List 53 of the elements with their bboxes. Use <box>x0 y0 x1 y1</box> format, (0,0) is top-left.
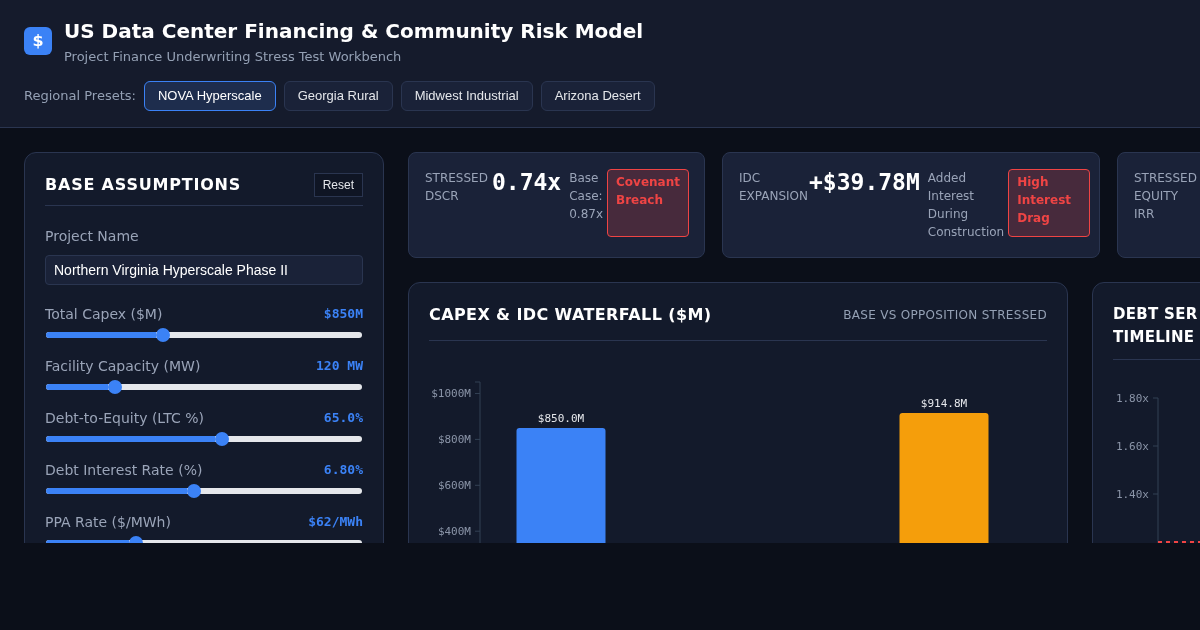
slider-thumb[interactable] <box>187 484 202 498</box>
bar-value-label: $914.8M <box>920 397 968 411</box>
panel-title: BASE ASSUMPTIONS <box>45 174 242 196</box>
slider[interactable] <box>45 432 363 446</box>
axis-tick-label: $1000M <box>431 387 471 401</box>
status-badge: Covenant Breach <box>607 169 689 237</box>
slider-label: PPA Rate ($/MWh) <box>45 513 171 531</box>
preset-button[interactable]: Arizona Desert <box>540 80 655 111</box>
axis-tick-label: 1.60x <box>1115 440 1149 453</box>
chart-subtitle: BASE VS OPPOSITION STRESSED <box>843 307 1047 324</box>
kpi-label: STRESSED DSCR <box>425 170 488 205</box>
kpi-value: +$39.78M <box>809 169 920 195</box>
field-label: Project Name <box>45 227 140 246</box>
presets-label: Regional Presets: <box>24 86 136 105</box>
slider-label: Debt-to-Equity (LTC %) <box>45 409 204 427</box>
logo-icon: $ <box>24 27 52 55</box>
kpi-label: STRESSED EQUITY IRR <box>1134 170 1198 223</box>
slider-thumb[interactable] <box>107 380 122 394</box>
chart-title: TIMELINE <box>1113 327 1196 348</box>
slider-label: Debt Interest Rate (%) <box>45 461 203 479</box>
axis-tick-label: $400M <box>437 525 471 539</box>
slider[interactable] <box>45 328 363 342</box>
slider-thumb[interactable] <box>214 432 229 446</box>
axis-tick-label: $600M <box>437 479 471 493</box>
threshold-line <box>1157 541 1200 543</box>
slider-reading: $62/MWh <box>308 513 363 531</box>
chart-title: CAPEX & IDC WATERFALL ($M) <box>429 304 712 326</box>
slider-thumb[interactable] <box>155 328 170 342</box>
preset-button[interactable]: Georgia Rural <box>283 80 393 111</box>
bar-value-label: $850.0M <box>537 411 585 425</box>
preset-button[interactable]: NOVA Hyperscale <box>143 80 276 111</box>
kpi-note: Base Case: 0.87x <box>569 170 603 223</box>
axis-tick-label: 1.40x <box>1115 488 1149 501</box>
slider-reading: $850M <box>323 305 363 323</box>
reset-button[interactable]: Reset <box>313 173 363 197</box>
page-title: US Data Center Financing & Community Risk Model <box>64 19 644 43</box>
status-badge: High Interest Drag <box>1008 169 1091 237</box>
kpi-value: 0.74x <box>491 169 562 195</box>
slider[interactable] <box>45 380 363 394</box>
project-name-field[interactable]: Northern Virginia Hyperscale Phase II <box>45 255 363 285</box>
axis-tick-label: $800M <box>437 433 471 447</box>
preset-button[interactable]: Midwest Industrial <box>400 80 533 111</box>
kpi-note: Added Interest During Construction <box>927 170 1005 241</box>
slider-reading: 6.80% <box>323 461 363 479</box>
slider[interactable] <box>45 484 363 498</box>
axis-tick-label: 1.80x <box>1115 392 1149 405</box>
kpi-label: IDC EXPANSION <box>739 170 805 205</box>
slider-reading: 120 MW <box>316 357 363 375</box>
page-subtitle: Project Finance Underwriting Stress Test Workbench <box>64 48 403 66</box>
slider-label: Facility Capacity (MW) <box>45 357 201 375</box>
slider-reading: 65.0% <box>323 409 363 427</box>
chart-title: DEBT SER <box>1113 304 1199 325</box>
slider-label: Total Capex ($M) <box>45 305 163 323</box>
